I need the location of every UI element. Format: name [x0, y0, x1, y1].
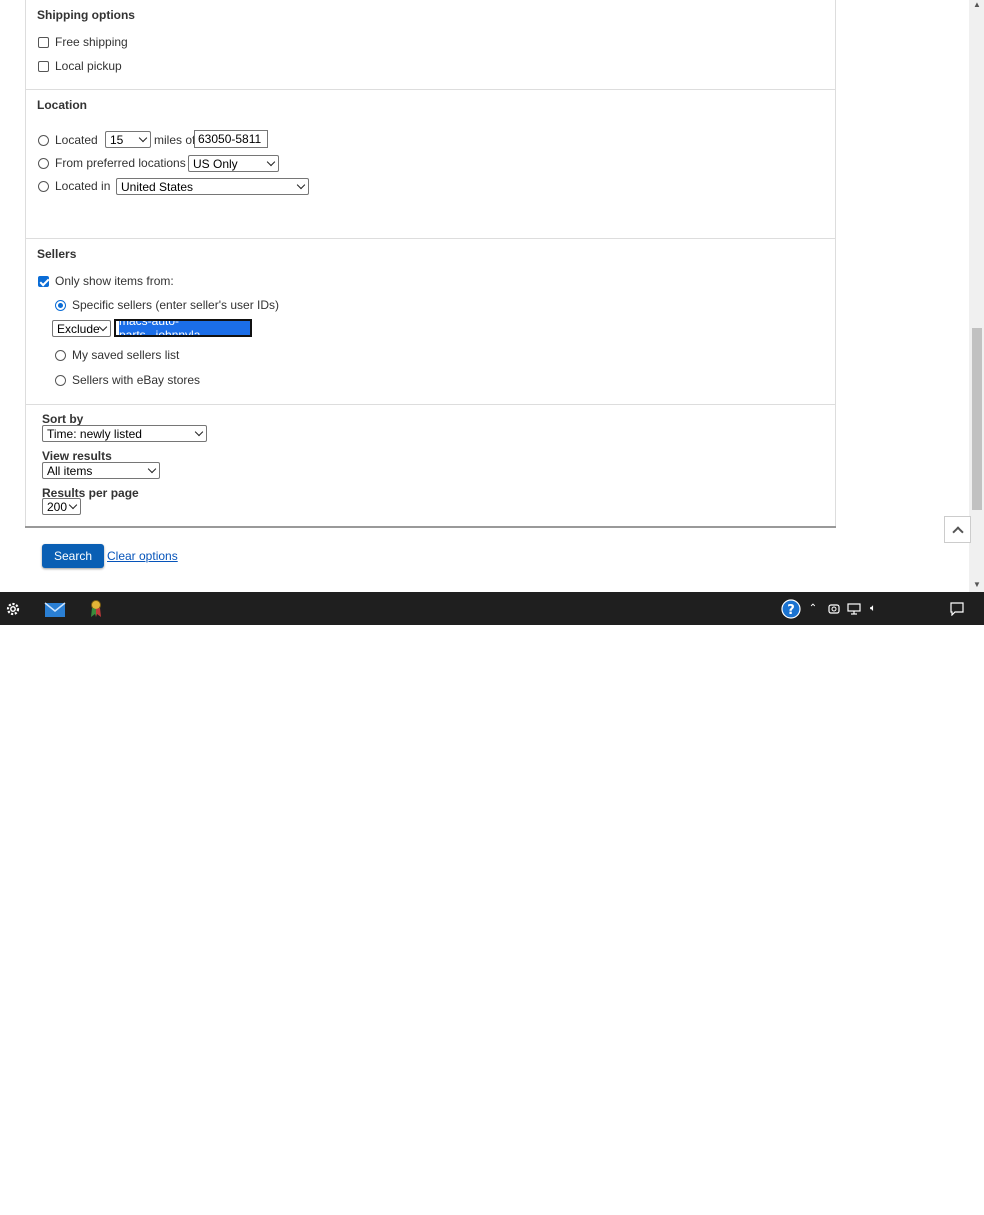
- chevron-down-icon: [266, 157, 276, 167]
- chevron-up-icon[interactable]: ⌃: [806, 592, 820, 625]
- chevron-down-icon: [296, 180, 306, 190]
- camera-icon[interactable]: [827, 592, 841, 625]
- view-results-label: View results: [42, 449, 112, 463]
- local-pickup-option[interactable]: Local pickup: [38, 56, 122, 76]
- shipping-options-title: Shipping options: [37, 8, 135, 22]
- seller-ids-input[interactable]: macs-auto-parts,,,johnnyla: [113, 318, 253, 338]
- chevron-down-icon: [68, 500, 78, 510]
- include-exclude-select[interactable]: Exclude: [52, 320, 111, 337]
- view-results-value: All items: [47, 463, 93, 478]
- scroll-up-arrow-icon[interactable]: ▲: [973, 0, 981, 9]
- chevron-down-icon: [147, 464, 157, 474]
- chevron-down-icon: [138, 133, 148, 143]
- country-select[interactable]: United States: [116, 178, 309, 195]
- preferred-locations-label: From preferred locations: [55, 156, 186, 170]
- award-ribbon-icon[interactable]: [86, 592, 106, 625]
- windows-taskbar: ? ⌃ 🔈︎ 10:56 AM 3/17/2021: [0, 592, 984, 1214]
- preferred-locations-option[interactable]: From preferred locations: [38, 153, 186, 173]
- volume-icon[interactable]: 🔈︎: [866, 592, 880, 625]
- scrollbar-thumb[interactable]: [972, 328, 982, 510]
- search-button[interactable]: Search: [42, 544, 104, 568]
- include-exclude-value: Exclude: [57, 321, 100, 336]
- only-show-items-option[interactable]: Only show items from:: [38, 271, 174, 291]
- results-per-page-select[interactable]: 200: [42, 498, 81, 515]
- preferred-locations-select[interactable]: US Only: [188, 155, 279, 172]
- divider: [25, 89, 836, 90]
- specific-sellers-label: Specific sellers (enter seller's user ID…: [72, 298, 280, 312]
- mail-icon[interactable]: [42, 592, 68, 625]
- only-show-items-label: Only show items from:: [55, 274, 174, 288]
- located-in-option[interactable]: Located in: [38, 176, 110, 196]
- notifications-icon[interactable]: [947, 592, 967, 625]
- located-option[interactable]: Located: [38, 130, 98, 150]
- zip-code-input[interactable]: 63050-5811: [194, 130, 268, 148]
- located-label: Located: [55, 133, 98, 147]
- chevron-up-icon: [951, 525, 964, 538]
- results-per-page-value: 200: [47, 499, 68, 514]
- clock-time: 10:56 AM: [888, 1188, 936, 1200]
- system-clock[interactable]: 10:56 AM 3/17/2021: [884, 1187, 940, 1215]
- only-show-items-checkbox[interactable]: [38, 275, 49, 287]
- ebay-stores-option[interactable]: Sellers with eBay stores: [55, 370, 200, 390]
- divider: [25, 404, 836, 405]
- divider: [25, 238, 836, 239]
- chevron-down-icon: [194, 427, 204, 437]
- located-in-radio[interactable]: [38, 180, 49, 192]
- free-shipping-checkbox[interactable]: [38, 36, 49, 48]
- zip-code-value: 63050-5811: [198, 132, 262, 146]
- preferred-locations-value: US Only: [193, 156, 238, 171]
- saved-sellers-label: My saved sellers list: [72, 348, 180, 362]
- sort-by-value: Time: newly listed: [47, 426, 142, 441]
- browser-viewport: Shipping options Free shipping Local pic…: [0, 0, 984, 592]
- specific-sellers-radio[interactable]: [55, 299, 66, 311]
- clear-options-link[interactable]: Clear options: [107, 549, 178, 563]
- sort-by-select[interactable]: Time: newly listed: [42, 425, 207, 442]
- seller-ids-value: macs-auto-parts,,,johnnyla: [119, 321, 250, 335]
- sort-by-label: Sort by: [42, 412, 84, 426]
- located-radio[interactable]: [38, 134, 49, 146]
- saved-sellers-radio[interactable]: [55, 349, 66, 361]
- back-to-top-button[interactable]: [944, 516, 971, 543]
- saved-sellers-option[interactable]: My saved sellers list: [55, 345, 179, 365]
- chevron-down-icon: [98, 322, 108, 332]
- local-pickup-checkbox[interactable]: [38, 60, 49, 72]
- panel-bottom-border: [25, 526, 836, 528]
- local-pickup-label: Local pickup: [55, 59, 122, 73]
- specific-sellers-option[interactable]: Specific sellers (enter seller's user ID…: [55, 295, 279, 315]
- svg-text:?: ?: [787, 603, 795, 618]
- miles-select[interactable]: 15: [105, 131, 151, 148]
- location-title: Location: [37, 98, 87, 112]
- help-icon[interactable]: ?: [780, 592, 802, 625]
- ebay-stores-label: Sellers with eBay stores: [72, 373, 201, 387]
- miles-select-value: 15: [110, 132, 124, 147]
- ebay-stores-radio[interactable]: [55, 374, 66, 386]
- free-shipping-label: Free shipping: [55, 35, 128, 49]
- clock-date: 3/17/2021: [887, 1202, 937, 1214]
- network-icon[interactable]: [846, 592, 862, 625]
- view-results-select[interactable]: All items: [42, 462, 160, 479]
- free-shipping-option[interactable]: Free shipping: [38, 32, 128, 52]
- miles-of-label: miles of: [154, 133, 196, 147]
- settings-gear-icon[interactable]: [2, 592, 24, 625]
- preferred-locations-radio[interactable]: [38, 157, 49, 169]
- sellers-title: Sellers: [37, 247, 77, 261]
- scroll-down-arrow-icon[interactable]: ▼: [973, 580, 981, 589]
- located-in-label: Located in: [55, 179, 111, 193]
- advanced-search-panel: [25, 0, 836, 527]
- country-value: United States: [121, 179, 194, 194]
